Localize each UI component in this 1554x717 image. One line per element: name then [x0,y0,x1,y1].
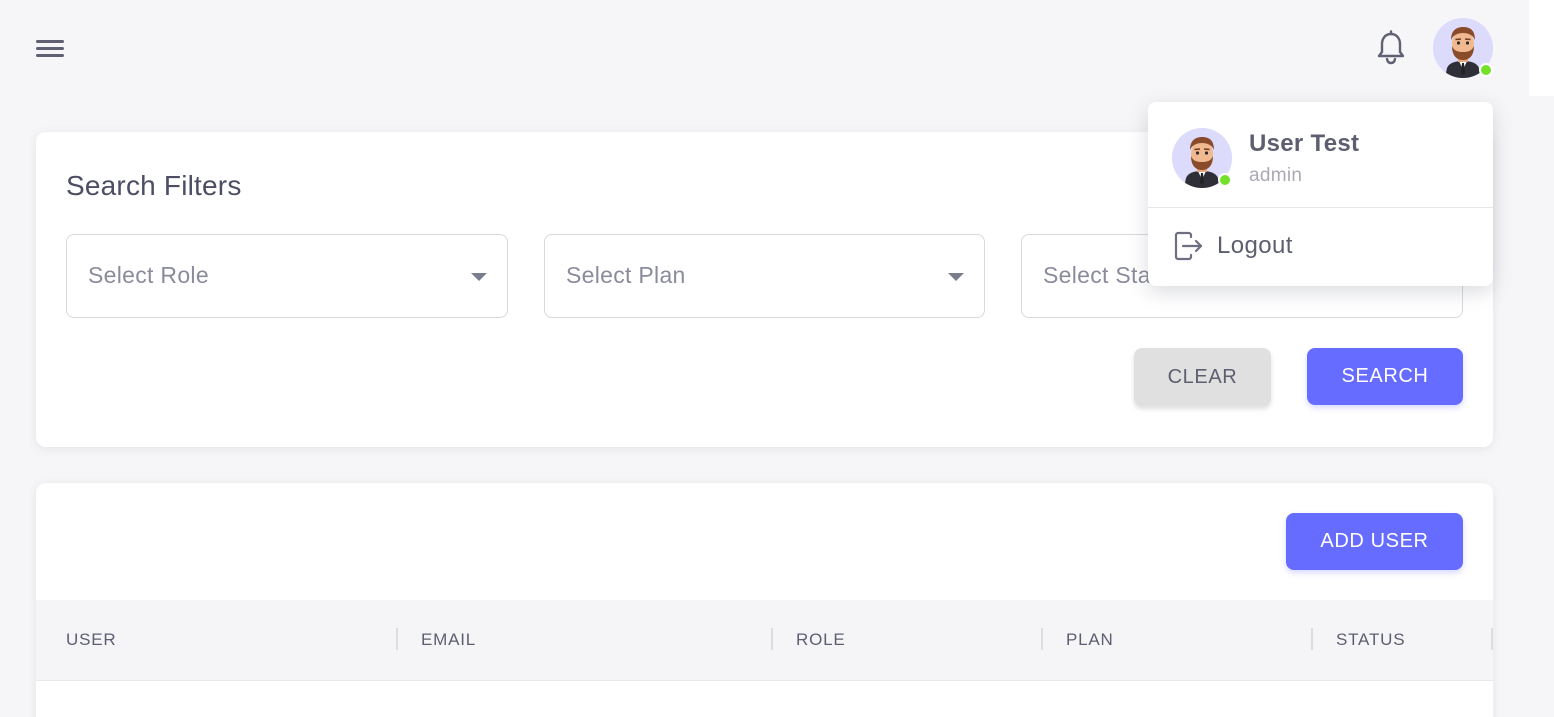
table-header: USER EMAIL ROLE PLAN STATUS [36,600,1493,681]
user-name: User Test [1249,130,1360,157]
logout-icon [1174,231,1203,261]
column-separator[interactable] [1041,628,1043,650]
select-role-placeholder: Select Role [88,262,209,288]
clear-button[interactable]: CLEAR [1134,348,1271,406]
column-header-status[interactable]: STATUS [1336,630,1405,650]
user-profile-dropdown: User Test admin Logout [1148,102,1493,286]
search-button[interactable]: SEARCH [1307,348,1463,405]
user-avatar [1172,128,1232,188]
add-user-button[interactable]: ADD USER [1286,513,1463,570]
users-table-card: ADD USER USER EMAIL ROLE PLAN STATUS [36,483,1493,717]
bell-icon[interactable] [1374,30,1408,66]
hamburger-menu-icon[interactable] [34,34,66,62]
caret-down-icon [471,273,487,281]
select-plan-dropdown[interactable]: Select Plan [544,234,985,318]
column-separator[interactable] [396,628,398,650]
column-header-plan[interactable]: PLAN [1066,630,1114,650]
column-header-user[interactable]: USER [66,630,116,650]
online-status-dot [1479,63,1493,77]
top-navbar [0,0,1529,96]
user-avatar[interactable] [1433,18,1493,78]
logout-label: Logout [1217,232,1293,259]
select-role-dropdown[interactable]: Select Role [66,234,508,318]
column-separator[interactable] [771,628,773,650]
user-role: admin [1249,165,1303,186]
logout-menu-item[interactable]: Logout [1148,208,1493,286]
column-header-role[interactable]: ROLE [796,630,846,650]
column-separator[interactable] [1311,628,1313,650]
caret-down-icon [948,273,964,281]
page-edge-strip [1529,0,1554,96]
column-separator[interactable] [1491,628,1493,650]
select-plan-placeholder: Select Plan [566,262,686,288]
filters-title: Search Filters [66,170,242,201]
column-header-email[interactable]: EMAIL [421,630,476,650]
online-status-dot [1218,173,1232,187]
